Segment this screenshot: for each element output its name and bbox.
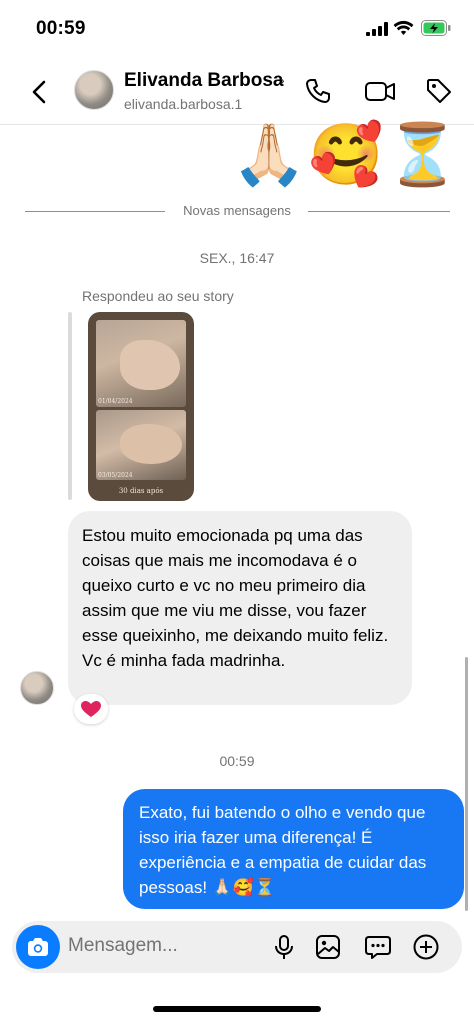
emoji-message[interactable]: 🙏🏻🥰⏳ [232,122,462,188]
story-caption: 30 dias após [118,487,164,495]
status-time: 00:59 [36,18,86,39]
camera-icon [28,938,48,956]
battery-icon [421,20,451,36]
wifi-icon [393,20,414,36]
plus-icon[interactable] [412,933,440,961]
timestamp: 00:59 [219,753,255,769]
outgoing-message-bubble[interactable]: Exato, fui batendo o olho e vendo que is… [123,789,464,909]
reaction-badge[interactable]: ❤️ [74,694,108,724]
story-date-before: 01/04/2024 [98,398,133,405]
after-photo [96,410,186,480]
message-composer[interactable]: Mensagem... [12,921,462,973]
contact-name[interactable]: Elivanda Barbosa [124,70,284,92]
sender-avatar[interactable] [20,671,54,705]
image-icon[interactable] [314,933,342,961]
scrollbar[interactable] [465,657,468,911]
contact-username[interactable]: elivanda.barbosa.1 [124,96,242,112]
reply-bar [68,312,72,500]
home-indicator [153,1006,321,1012]
divider-right [308,211,450,212]
story-date-after: 03/05/2024 [98,472,133,479]
story-thumbnail[interactable]: 01/04/2024 03/05/2024 30 dias após [88,312,194,501]
incoming-message-text: Estou muito emocionada pq uma das coisas… [82,526,389,670]
tag-icon[interactable] [424,76,454,106]
phone-icon[interactable] [303,76,333,106]
avatar[interactable] [74,70,114,110]
message-input[interactable]: Mensagem... [68,935,178,957]
outgoing-message-text: Exato, fui batendo o olho e vendo que is… [139,803,427,897]
video-icon[interactable] [364,76,396,106]
mic-icon[interactable] [270,933,298,961]
sticker-icon[interactable] [364,933,392,961]
before-photo [96,320,186,407]
timestamp: SEX., 16:47 [199,250,275,266]
story-reply-label: Respondeu ao seu story [82,288,234,304]
back-icon[interactable] [26,76,54,108]
camera-button[interactable] [16,925,60,969]
status-bar: 00:59 [0,0,474,58]
signal-icon [366,22,388,36]
chat-header: Elivanda Barbosa › elivanda.barbosa.1 [0,58,474,125]
incoming-message-bubble[interactable]: Estou muito emocionada pq uma das coisas… [68,511,412,705]
chevron-right-icon[interactable]: › [280,72,285,88]
